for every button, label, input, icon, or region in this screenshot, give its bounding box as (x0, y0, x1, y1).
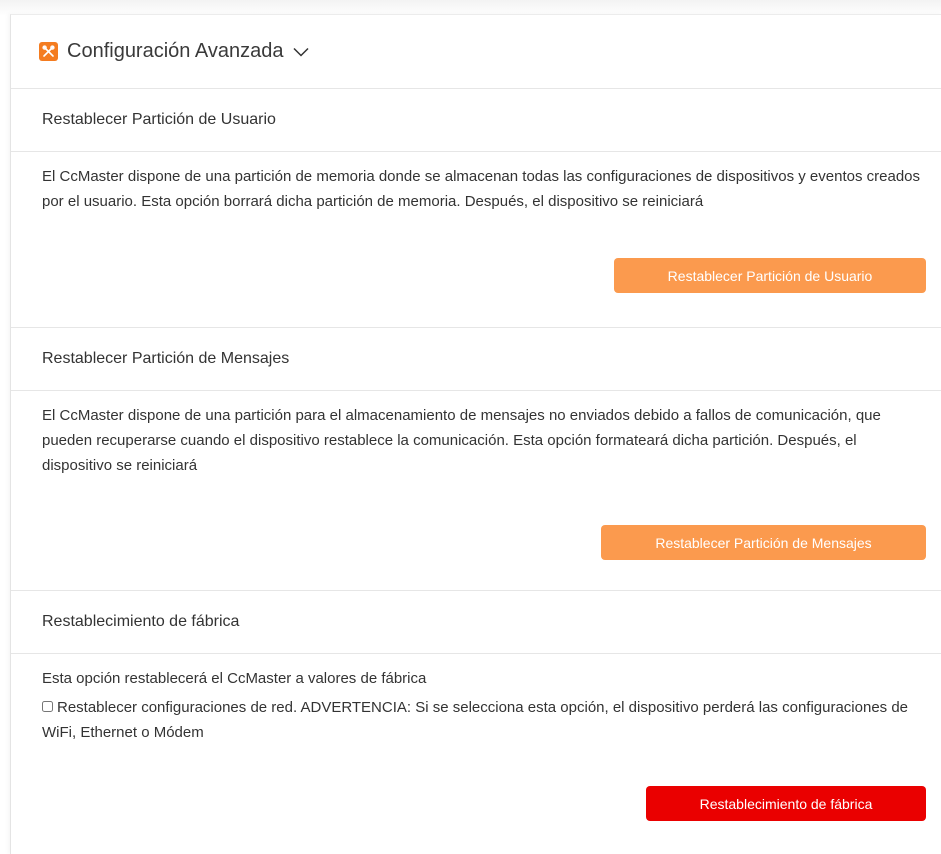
section-body-user-partition: El CcMaster dispone de una partición de … (11, 152, 941, 328)
factory-reset-button[interactable]: Restablecimiento de fábrica (646, 786, 926, 821)
section-description: Esta opción restablecerá el CcMaster a v… (42, 670, 427, 687)
section-title-factory-reset: Restablecimiento de fábrica (11, 591, 941, 654)
network-reset-checkbox-label: Restablecer configuraciones de red. ADVE… (42, 699, 909, 741)
section-title-user-partition: Restablecer Partición de Usuario (11, 89, 941, 152)
panel-header[interactable]: Configuración Avanzada (11, 15, 941, 89)
section-title-messages-partition: Restablecer Partición de Mensajes (11, 328, 941, 391)
tools-icon (39, 42, 58, 61)
section-body-messages-partition: El CcMaster dispone de una partición par… (11, 391, 941, 591)
network-reset-checkbox[interactable] (42, 701, 53, 712)
reset-user-partition-button[interactable]: Restablecer Partición de Usuario (614, 258, 926, 293)
section-body-factory-reset: Esta opción restablecerá el CcMaster a v… (11, 654, 941, 854)
advanced-config-panel: Configuración Avanzada Restablecer Parti… (10, 14, 941, 854)
section-description: El CcMaster dispone de una partición de … (42, 168, 920, 210)
chevron-down-icon[interactable] (293, 47, 309, 57)
network-reset-option: Restablecer configuraciones de red. ADVE… (42, 695, 924, 745)
section-description: El CcMaster dispone de una partición par… (42, 407, 881, 474)
page-title: Configuración Avanzada (67, 40, 284, 62)
reset-messages-partition-button[interactable]: Restablecer Partición de Mensajes (601, 525, 926, 560)
